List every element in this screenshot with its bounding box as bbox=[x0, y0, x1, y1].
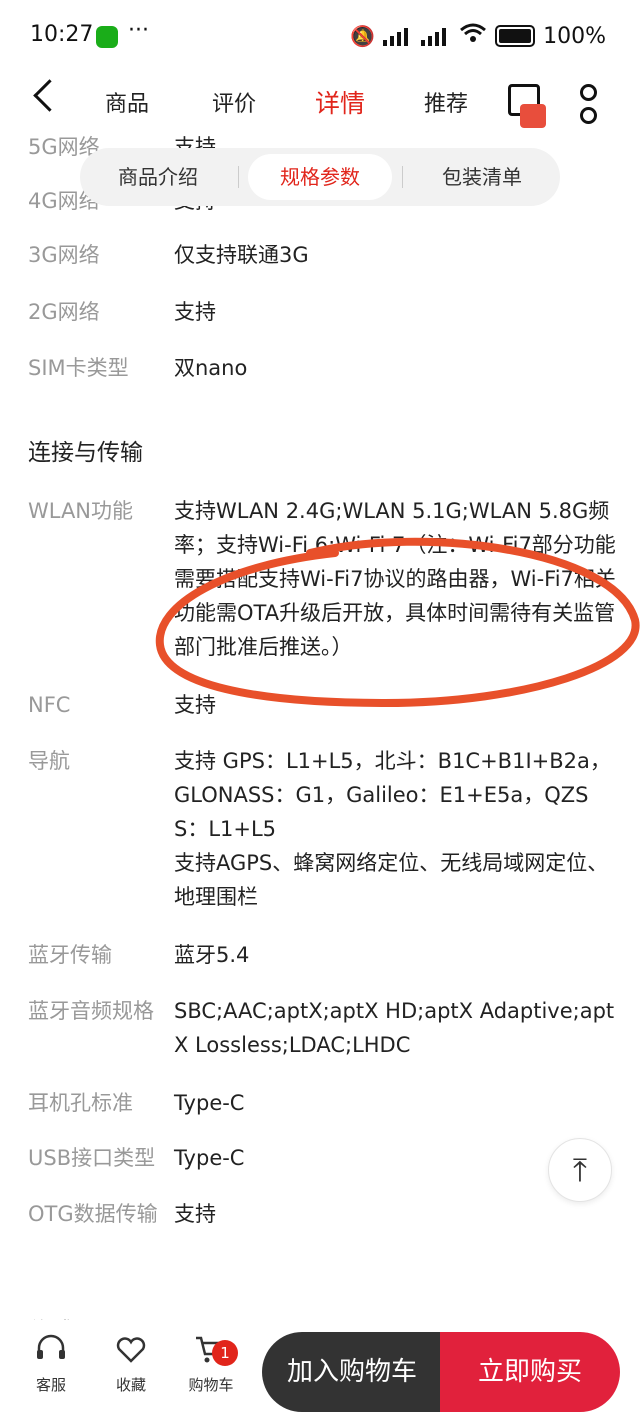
spec-key: WLAN功能 bbox=[28, 499, 134, 523]
status-time: 10:27 bbox=[30, 22, 94, 47]
spec-key: USB接口类型 bbox=[28, 1146, 156, 1170]
buy-now-button[interactable]: 立即购买 bbox=[440, 1332, 620, 1412]
spec-key: 2G网络 bbox=[28, 300, 100, 324]
more-icon[interactable] bbox=[580, 84, 597, 130]
battery-percent: 100% bbox=[543, 23, 606, 49]
add-to-cart-button[interactable]: 加入购物车 bbox=[262, 1332, 442, 1412]
spec-value: 支持 GPS：L1+L5，北斗：B1C+B1I+B2a，GLONASS：G1，G… bbox=[174, 749, 611, 909]
spec-key: 蓝牙传输 bbox=[28, 943, 112, 967]
signal-icon bbox=[383, 26, 413, 46]
status-bar: 10:27 ··· 🔕 100% bbox=[0, 0, 640, 72]
cart-button[interactable]: 购物车 bbox=[176, 1334, 246, 1395]
mute-icon: 🔕 bbox=[350, 24, 376, 48]
tab-recommend[interactable]: 推荐 bbox=[424, 86, 468, 118]
segment-specs[interactable]: 规格参数 bbox=[248, 154, 392, 200]
spec-key: SIM卡类型 bbox=[28, 356, 129, 380]
spec-key: 导航 bbox=[28, 749, 70, 773]
battery-icon bbox=[495, 25, 536, 47]
favorite-label: 收藏 bbox=[115, 1376, 146, 1394]
signal-icon-2 bbox=[421, 26, 451, 46]
spec-key: NFC bbox=[28, 693, 71, 717]
segment-intro[interactable]: 商品介绍 bbox=[80, 148, 236, 206]
spec-key: 蓝牙音频规格 bbox=[28, 999, 154, 1023]
top-nav: 商品 评价 详情 推荐 bbox=[0, 72, 640, 128]
spec-value: 蓝牙5.4 bbox=[174, 943, 250, 967]
back-icon[interactable] bbox=[33, 79, 66, 112]
segment-divider bbox=[238, 166, 239, 188]
favorite-button[interactable]: 收藏 bbox=[96, 1334, 166, 1395]
service-button[interactable]: 客服 bbox=[16, 1334, 86, 1395]
tab-details[interactable]: 详情 bbox=[315, 84, 365, 120]
gift-icon bbox=[520, 104, 546, 128]
segment-divider bbox=[402, 166, 403, 188]
spec-value: 支持 bbox=[174, 300, 216, 324]
tab-product[interactable]: 商品 bbox=[105, 86, 149, 118]
cart-label: 购物车 bbox=[188, 1376, 234, 1394]
spec-value: Type-C bbox=[174, 1091, 245, 1115]
spec-value: 支持WLAN 2.4G;WLAN 5.1G;WLAN 5.8G频率；支持Wi-F… bbox=[174, 499, 616, 659]
segment-package[interactable]: 包装清单 bbox=[404, 148, 560, 206]
spec-key: 3G网络 bbox=[28, 243, 100, 267]
more-notifications-icon: ··· bbox=[128, 18, 149, 43]
spec-key: OTG数据传输 bbox=[28, 1202, 158, 1226]
cart-badge: 1 bbox=[212, 1340, 238, 1366]
spec-value: 仅支持联通3G bbox=[174, 243, 309, 267]
back-to-top-button[interactable]: ⤒ bbox=[548, 1138, 612, 1202]
spec-value: 双nano bbox=[174, 356, 248, 380]
tab-reviews[interactable]: 评价 bbox=[212, 86, 256, 118]
arrow-up-icon: ⤒ bbox=[572, 1150, 588, 1189]
spec-value: 支持 bbox=[174, 693, 216, 717]
service-label: 客服 bbox=[35, 1376, 66, 1394]
spec-segment-control: 商品介绍 规格参数 包装清单 bbox=[80, 148, 560, 206]
headset-icon bbox=[37, 1334, 65, 1359]
spec-value: 支持 bbox=[174, 1202, 216, 1226]
section-title-connectivity: 连接与传输 bbox=[28, 440, 143, 466]
spec-key: 耳机孔标准 bbox=[28, 1091, 133, 1115]
heart-icon bbox=[116, 1337, 146, 1363]
spec-value: SBC;AAC;aptX;aptX HD;aptX Adaptive;aptX … bbox=[174, 999, 615, 1057]
wechat-icon bbox=[96, 26, 118, 48]
wifi-icon bbox=[459, 22, 487, 50]
